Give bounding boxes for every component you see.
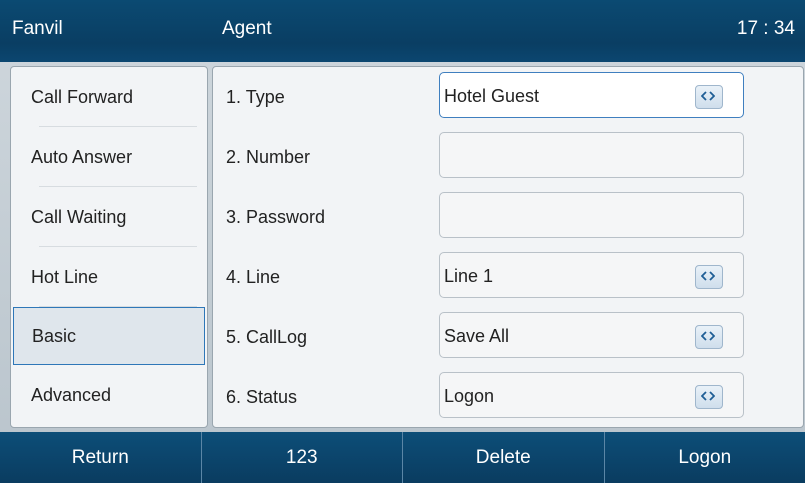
menu-item-basic[interactable]: Basic [13,307,205,365]
menu-item-label: Basic [32,326,77,346]
softkey-bar: Return 123 Delete Logon [0,432,805,483]
field-value: Logon [444,386,495,406]
field-value: Hotel Guest [444,86,540,106]
menu-item-auto-answer[interactable]: Auto Answer [11,127,207,187]
return-softkey[interactable]: Return [0,432,201,483]
status-select[interactable]: Logon [439,372,744,418]
form-row-status: 6. Status Logon [213,367,803,427]
menu-item-label: Advanced [31,385,112,405]
logon-softkey[interactable]: Logon [603,432,805,483]
menu-item-label: Hot Line [31,267,99,287]
menu-item-label: Call Waiting [31,207,127,227]
field-value: Save All [444,326,510,346]
menu-item-label: Call Forward [31,87,134,107]
form-row-calllog: 5. CallLog Save All [213,307,803,367]
field-label: 2. Number [226,147,311,167]
form-row-line: 4. Line Line 1 [213,247,803,307]
input-mode-softkey[interactable]: 123 [200,432,402,483]
password-input[interactable] [439,192,744,238]
title-bar: Fanvil Agent 17 : 34 [0,0,805,62]
menu-item-label: Auto Answer [31,147,133,167]
number-input[interactable] [439,132,744,178]
field-label: 1. Type [226,87,285,107]
form-row-type: 1. Type Hotel Guest [213,67,803,127]
clock: 17 : 34 [736,18,795,39]
menu-item-hot-line[interactable]: Hot Line [11,247,207,307]
calllog-select[interactable]: Save All [439,312,744,358]
menu-item-call-forward[interactable]: Call Forward [11,67,207,127]
left-right-arrow-icon[interactable] [695,385,723,409]
agent-settings-form: 1. Type Hotel Guest 2. Number 3. Passwor… [212,66,804,428]
settings-menu: Call Forward Auto Answer Call Waiting Ho… [10,66,208,428]
menu-item-advanced[interactable]: Advanced [11,365,207,425]
field-label: 4. Line [226,267,281,287]
left-right-arrow-icon[interactable] [695,325,723,349]
line-select[interactable]: Line 1 [439,252,744,298]
form-row-password: 3. Password [213,187,803,247]
field-label: 5. CallLog [226,327,308,347]
delete-softkey[interactable]: Delete [402,432,604,483]
type-select[interactable]: Hotel Guest [439,72,744,118]
phone-screen: Fanvil Agent 17 : 34 Call Forward Auto A… [0,0,805,483]
field-label: 6. Status [226,387,298,407]
form-row-number: 2. Number [213,127,803,187]
field-label: 3. Password [226,207,326,227]
field-value: Line 1 [444,266,494,286]
page-title: Agent [222,18,272,39]
left-right-arrow-icon[interactable] [695,85,723,109]
left-right-arrow-icon[interactable] [695,265,723,289]
brand-name: Fanvil [12,18,63,39]
menu-item-call-waiting[interactable]: Call Waiting [11,187,207,247]
